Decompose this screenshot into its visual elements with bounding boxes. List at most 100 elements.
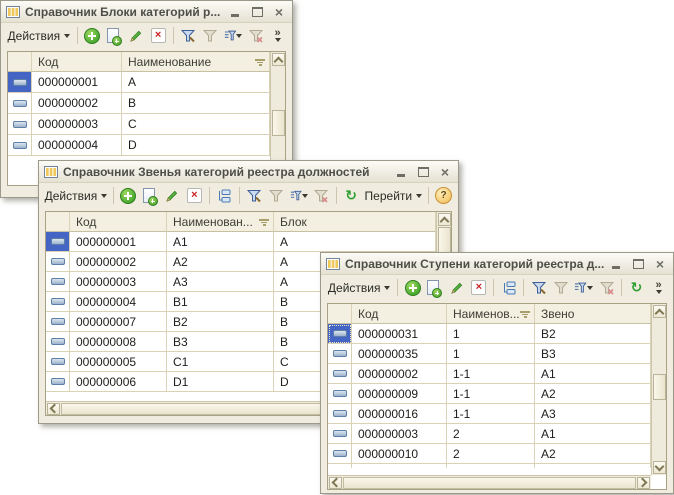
cell-name[interactable]: B3 — [167, 332, 274, 352]
scroll-up-button[interactable] — [272, 53, 285, 66]
table-row[interactable]: 000000016 1-1 A3 — [328, 404, 651, 424]
column-header-name[interactable]: Наименован... — [167, 212, 274, 232]
actions-menu-button[interactable]: Действия — [43, 185, 109, 206]
close-button[interactable]: × — [272, 4, 286, 19]
row-marker-cell[interactable] — [328, 404, 352, 424]
cell-code[interactable]: 000000002 — [32, 93, 122, 114]
toolbar-overflow-button[interactable]: » — [648, 277, 669, 298]
add-button[interactable] — [402, 277, 423, 298]
scroll-thumb[interactable] — [272, 110, 285, 136]
cell-code[interactable]: 000000031 — [352, 324, 447, 344]
cell-name[interactable]: 1 — [447, 344, 535, 364]
row-marker-cell[interactable] — [46, 352, 70, 372]
clear-filter-button[interactable] — [245, 25, 266, 46]
clear-filter-button[interactable] — [596, 277, 617, 298]
row-marker-cell[interactable] — [46, 332, 70, 352]
titlebar[interactable]: Справочник Блоки категорий р... × — [1, 1, 292, 23]
column-header-name[interactable]: Наименов... — [447, 304, 535, 324]
scroll-thumb[interactable] — [343, 477, 636, 489]
set-filter-button[interactable] — [178, 25, 199, 46]
row-marker-cell[interactable] — [328, 424, 352, 444]
maximize-button[interactable] — [631, 256, 645, 271]
cell-name[interactable]: 2 — [447, 444, 535, 464]
filter-dropdown-button[interactable] — [222, 25, 244, 46]
cell-name[interactable]: D — [122, 135, 270, 156]
row-marker-cell[interactable] — [46, 232, 70, 252]
row-marker-cell[interactable] — [8, 135, 32, 156]
close-button[interactable]: × — [653, 256, 667, 271]
delete-button[interactable]: × — [468, 277, 489, 298]
table-row[interactable]: 000000009 1-1 A2 — [328, 384, 651, 404]
titlebar[interactable]: Справочник Ступени категорий реестра д..… — [321, 253, 673, 275]
cell-link[interactable]: A3 — [535, 404, 651, 424]
table-row[interactable]: 000000035 1 B3 — [328, 344, 651, 364]
filter-dropdown-button[interactable] — [572, 277, 595, 298]
add-copy-button[interactable] — [140, 185, 161, 206]
cell-code[interactable]: 000000004 — [32, 135, 122, 156]
actions-menu-button[interactable]: Действия — [5, 25, 73, 46]
clear-filter-button[interactable] — [311, 185, 332, 206]
table-row[interactable]: 000000001 A — [8, 72, 270, 93]
cell-name[interactable]: 1-1 — [447, 404, 535, 424]
cell-code[interactable]: 000000016 — [352, 404, 447, 424]
column-header-name[interactable]: Наименование — [122, 52, 270, 72]
actions-menu-button[interactable]: Действия — [325, 277, 393, 298]
delete-button[interactable]: × — [148, 25, 169, 46]
cell-name[interactable]: 1 — [447, 324, 535, 344]
add-copy-button[interactable] — [424, 277, 445, 298]
cell-link[interactable]: A2 — [535, 444, 651, 464]
scroll-down-button[interactable] — [653, 461, 666, 474]
row-marker-cell[interactable] — [46, 252, 70, 272]
scroll-thumb[interactable] — [653, 374, 666, 400]
minimize-button[interactable] — [228, 4, 242, 19]
filter-dropdown-button[interactable] — [288, 185, 310, 206]
row-marker-cell[interactable] — [328, 364, 352, 384]
cell-code[interactable]: 000000003 — [352, 424, 447, 444]
cell-code[interactable]: 000000010 — [352, 444, 447, 464]
hierarchy-view-button[interactable] — [214, 185, 235, 206]
row-marker-cell[interactable] — [46, 292, 70, 312]
hierarchy-view-button[interactable] — [498, 277, 519, 298]
refresh-button[interactable]: ↻ — [341, 185, 362, 206]
cell-link[interactable]: B2 — [535, 324, 651, 344]
cell-code[interactable]: 000000002 — [70, 252, 167, 272]
column-header-code[interactable]: Код — [32, 52, 122, 72]
cell-code[interactable]: 000000008 — [70, 332, 167, 352]
table-row[interactable]: 000000002 1-1 A1 — [328, 364, 651, 384]
cell-link[interactable]: B3 — [535, 344, 651, 364]
scroll-left-button[interactable] — [47, 403, 60, 415]
row-marker-cell[interactable] — [46, 272, 70, 292]
cell-code[interactable]: 000000002 — [352, 364, 447, 384]
edit-button[interactable] — [446, 277, 467, 298]
table-row[interactable]: 000000003 C — [8, 114, 270, 135]
table-row[interactable]: 000000031 1 B2 — [328, 324, 651, 344]
cell-name[interactable]: 2 — [447, 424, 535, 444]
cell-name[interactable]: A3 — [167, 272, 274, 292]
help-button[interactable]: ? — [433, 185, 454, 206]
cell-code[interactable]: 000000007 — [70, 312, 167, 332]
cell-name[interactable]: 1-1 — [447, 364, 535, 384]
table-row[interactable]: 000000004 D — [8, 135, 270, 156]
scroll-right-button[interactable] — [637, 477, 650, 489]
vertical-scrollbar[interactable] — [651, 304, 666, 475]
column-header-block[interactable]: Блок — [274, 212, 436, 232]
cell-link[interactable]: A2 — [535, 384, 651, 404]
cell-link[interactable]: A1 — [535, 424, 651, 444]
cell-name[interactable]: B — [122, 93, 270, 114]
row-marker-cell[interactable] — [328, 324, 352, 344]
cell-name[interactable]: C1 — [167, 352, 274, 372]
delete-button[interactable]: × — [184, 185, 205, 206]
cell-name[interactable]: B1 — [167, 292, 274, 312]
row-marker-cell[interactable] — [8, 93, 32, 114]
row-marker-cell[interactable] — [46, 312, 70, 332]
cell-name[interactable]: A2 — [167, 252, 274, 272]
cell-code[interactable]: 000000005 — [70, 352, 167, 372]
cell-code[interactable]: 000000035 — [352, 344, 447, 364]
filter-by-value-button[interactable] — [266, 185, 287, 206]
row-marker-cell[interactable] — [8, 72, 32, 93]
row-marker-cell[interactable] — [8, 114, 32, 135]
cell-code[interactable]: 000000009 — [352, 384, 447, 404]
cell-code[interactable]: 000000001 — [32, 72, 122, 93]
table-row[interactable]: 000000002 B — [8, 93, 270, 114]
horizontal-scrollbar[interactable] — [328, 475, 651, 489]
